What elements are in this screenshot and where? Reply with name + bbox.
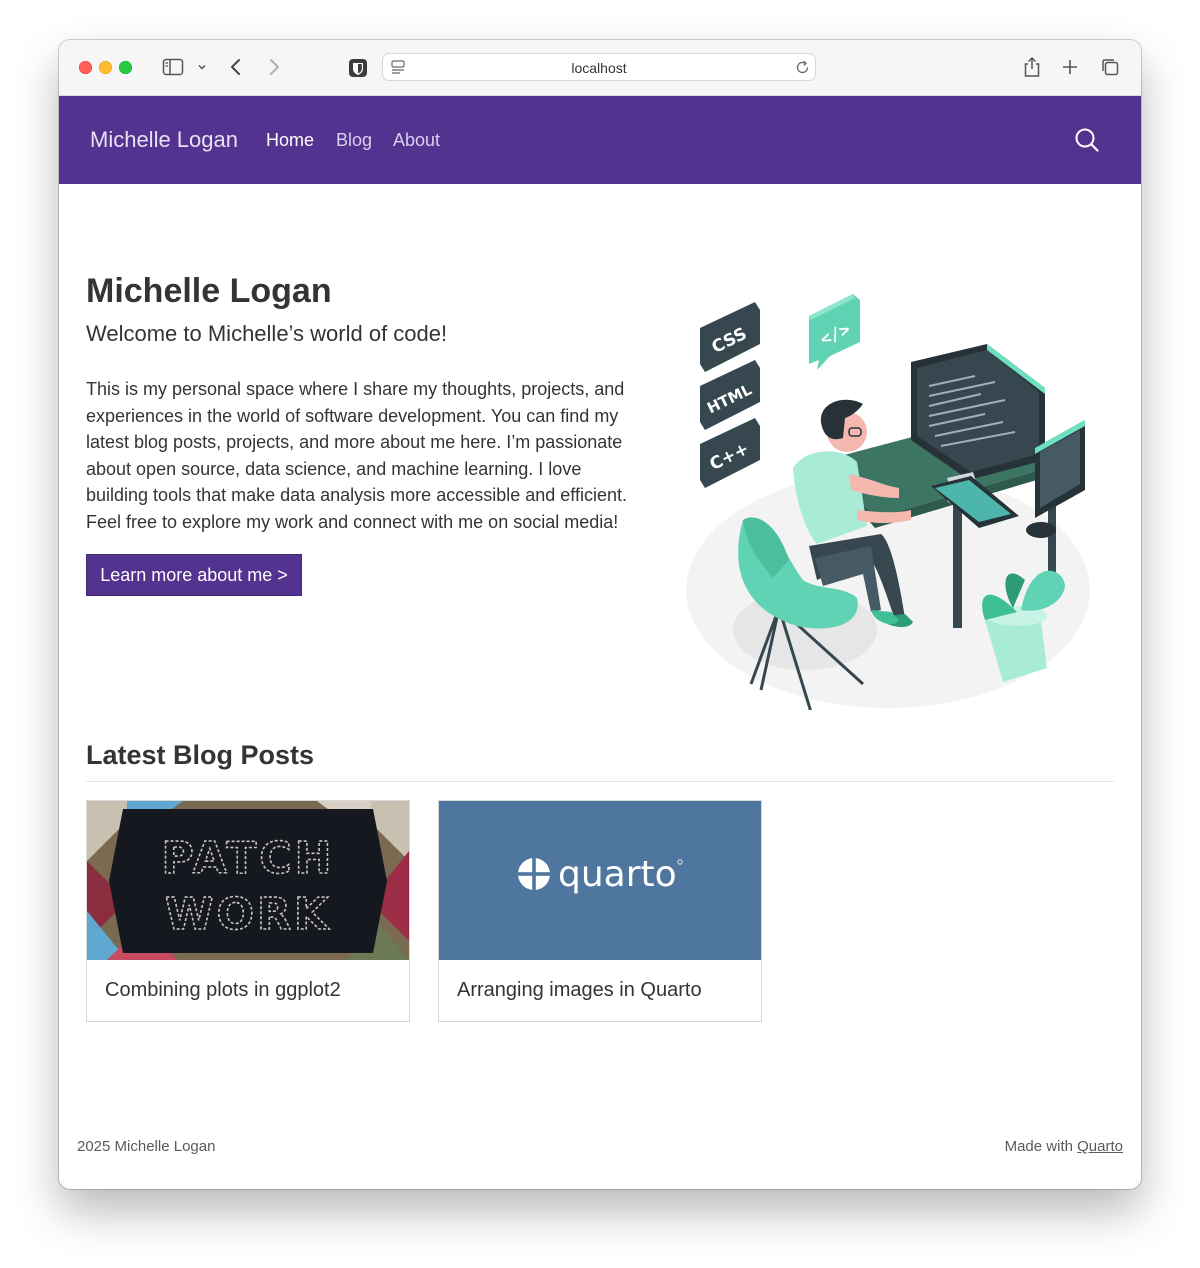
- minimize-window-button[interactable]: [99, 61, 112, 74]
- share-icon[interactable]: [1022, 56, 1042, 78]
- hero-description: This is my personal space where I share …: [86, 376, 646, 535]
- nav-home-link[interactable]: Home: [266, 130, 314, 151]
- html-tile: HTML: [700, 360, 760, 430]
- nav-blog-link[interactable]: Blog: [336, 130, 372, 151]
- svg-text:PATCH: PATCH: [162, 833, 335, 884]
- tab-overview-icon[interactable]: [1100, 57, 1120, 77]
- quarto-link[interactable]: Quarto: [1077, 1138, 1123, 1155]
- hero-title: Michelle Logan: [86, 272, 332, 310]
- quarto-thumbnail[interactable]: quarto: [439, 801, 761, 960]
- footer-credit: Made with Quarto: [1005, 1138, 1123, 1155]
- hero-description-line: Feel free to explore my work and connect…: [86, 511, 619, 532]
- hero-description-line: latest blog posts, projects, and more ab…: [86, 432, 623, 452]
- chevron-down-icon[interactable]: [197, 62, 207, 72]
- browser-toolbar: localhost: [59, 40, 1141, 96]
- svg-text:WORK: WORK: [165, 889, 331, 940]
- svg-text:quarto: quarto: [558, 854, 677, 895]
- patchwork-thumbnail[interactable]: PATCH WORK: [87, 801, 409, 960]
- browser-window: localhost Michelle Logan Home Blog About: [59, 40, 1141, 1189]
- blog-post-title[interactable]: Combining plots in ggplot2: [105, 979, 341, 1002]
- footer-credit-prefix: Made with: [1004, 1138, 1073, 1155]
- hero-subtitle: Welcome to Michelle’s world of code!: [86, 321, 448, 346]
- cpp-tile: C++: [700, 418, 760, 488]
- code-bubble: </>: [809, 294, 860, 370]
- search-icon[interactable]: [1074, 127, 1100, 153]
- learn-more-button[interactable]: Learn more about me >: [86, 554, 302, 596]
- hero-description-line: experiences in the world of software dev…: [86, 405, 619, 426]
- latest-posts-heading: Latest Blog Posts: [86, 740, 315, 770]
- url-text: localhost: [571, 60, 627, 76]
- footer-copyright: 2025 Michelle Logan: [77, 1138, 216, 1155]
- nav-about-link[interactable]: About: [393, 130, 440, 151]
- site-navbar: Michelle Logan Home Blog About: [59, 96, 1141, 184]
- blog-post-card[interactable]: quarto Arranging images in Quarto: [438, 800, 762, 1022]
- forward-icon[interactable]: [267, 57, 281, 77]
- developer-illustration: CSS HTML C++ </>: [686, 294, 1090, 710]
- reload-icon[interactable]: [795, 60, 810, 75]
- section-divider: [86, 781, 1114, 782]
- hero-description-line: about open source, data science, and mac…: [86, 458, 582, 479]
- hero-description-line: This is my personal space where I share …: [86, 379, 625, 399]
- new-tab-icon[interactable]: [1061, 58, 1079, 76]
- back-icon[interactable]: [229, 57, 243, 77]
- close-window-button[interactable]: [79, 61, 92, 74]
- address-bar[interactable]: localhost: [382, 53, 816, 81]
- blog-post-title[interactable]: Arranging images in Quarto: [457, 979, 702, 1002]
- sidebar-icon[interactable]: [162, 58, 184, 76]
- css-tile: CSS: [700, 302, 760, 372]
- zoom-window-button[interactable]: [119, 61, 132, 74]
- blog-post-card[interactable]: PATCH WORK Combining plots in ggplot2: [86, 800, 410, 1022]
- quarto-logo-icon: [516, 856, 552, 892]
- site-brand-link[interactable]: Michelle Logan: [90, 127, 238, 153]
- password-manager-icon[interactable]: [348, 58, 368, 78]
- hero-description-line: building tools that make data analysis m…: [86, 485, 627, 505]
